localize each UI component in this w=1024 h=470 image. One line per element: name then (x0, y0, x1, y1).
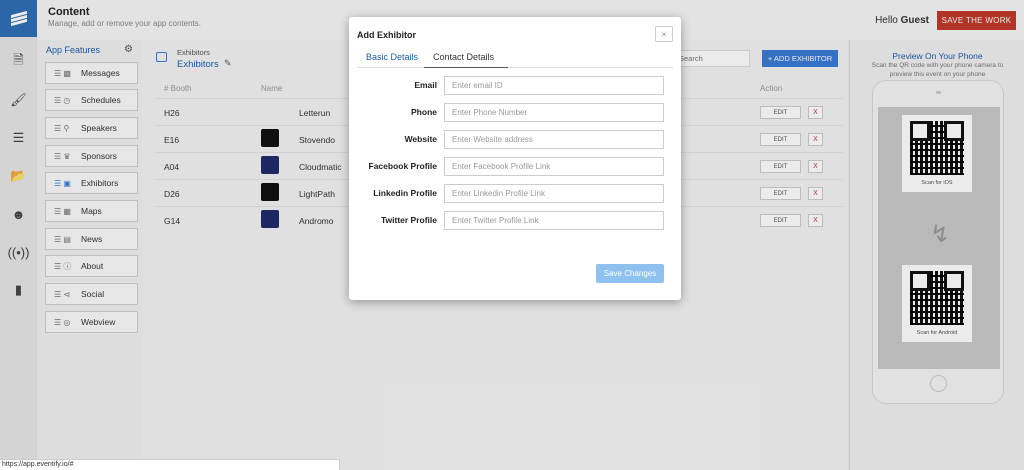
close-icon[interactable]: × (655, 26, 673, 42)
twitter-field[interactable] (444, 211, 664, 230)
phone-field[interactable] (444, 103, 664, 122)
website-label: Website (404, 134, 437, 144)
save-changes-button[interactable]: Save Changes (596, 264, 664, 283)
facebook-field[interactable] (444, 157, 664, 176)
twitter-label: Twitter Profile (380, 215, 437, 225)
phone-label: Phone (411, 107, 437, 117)
website-field[interactable] (444, 130, 664, 149)
facebook-label: Facebook Profile (368, 161, 438, 171)
email-label: Email (414, 80, 437, 90)
email-field[interactable] (444, 76, 664, 95)
active-tab-indicator (424, 67, 508, 68)
dialog-tabs: Basic Details Contact Details (357, 47, 673, 68)
linkedin-label: Linkedin Profile (373, 188, 437, 198)
tab-contact-details[interactable]: Contact Details (433, 52, 494, 62)
linkedin-field[interactable] (444, 184, 664, 203)
tab-basic-details[interactable]: Basic Details (366, 52, 418, 62)
dialog-title: Add Exhibitor (357, 30, 416, 40)
status-url: https://app.eventify.io/# (0, 459, 340, 470)
add-exhibitor-dialog: Add Exhibitor × Basic Details Contact De… (349, 17, 681, 300)
